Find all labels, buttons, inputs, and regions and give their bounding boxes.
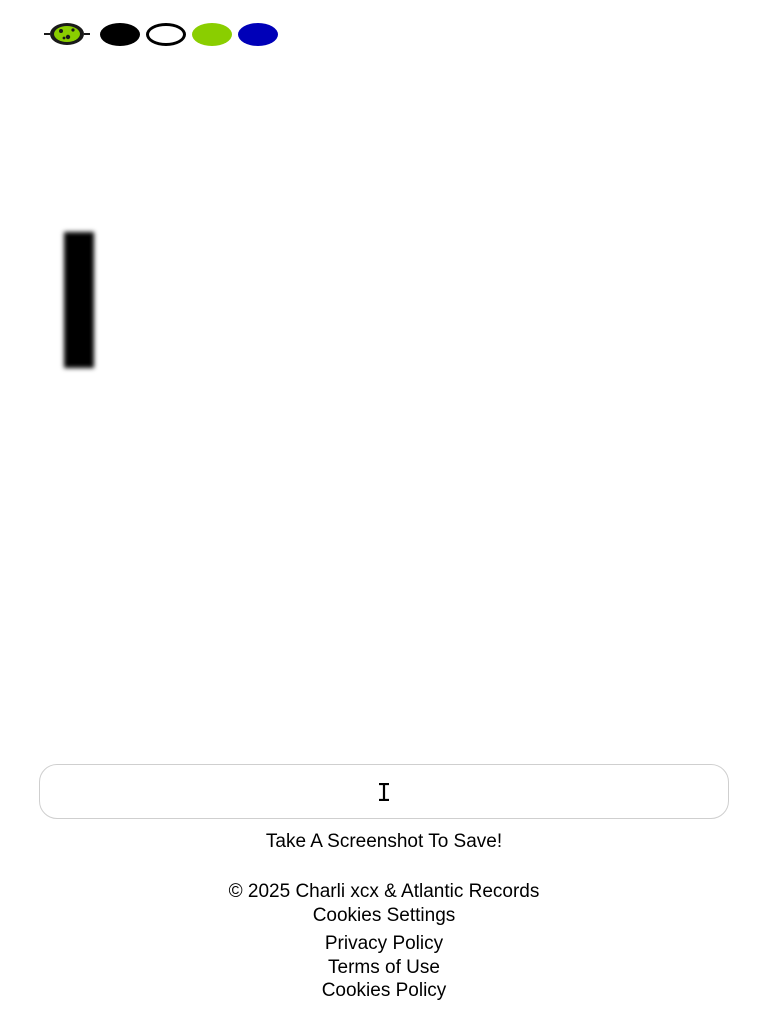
text-input-box[interactable] [39,764,729,819]
copyright-text: © 2025 Charli xcx & Atlantic Records [228,881,540,902]
footer: © 2025 Charli xcx & Atlantic Records Coo… [0,880,768,1003]
brat-logo-icon[interactable] [42,20,92,48]
text-cursor-icon [64,232,94,368]
swatch-blue[interactable] [238,22,278,46]
terms-of-use-link[interactable]: Terms of Use [0,956,768,980]
cookies-policy-link[interactable]: Cookies Policy [0,979,768,1003]
save-caption: Take A Screenshot To Save! [265,831,503,852]
swatch-black[interactable] [100,22,140,46]
cookies-settings-button[interactable]: Cookies Settings [0,904,768,928]
privacy-policy-link[interactable]: Privacy Policy [0,932,768,956]
color-toolbar [42,20,278,48]
swatch-white[interactable] [146,22,186,46]
text-input[interactable] [40,764,728,819]
swatch-lime[interactable] [192,22,232,46]
